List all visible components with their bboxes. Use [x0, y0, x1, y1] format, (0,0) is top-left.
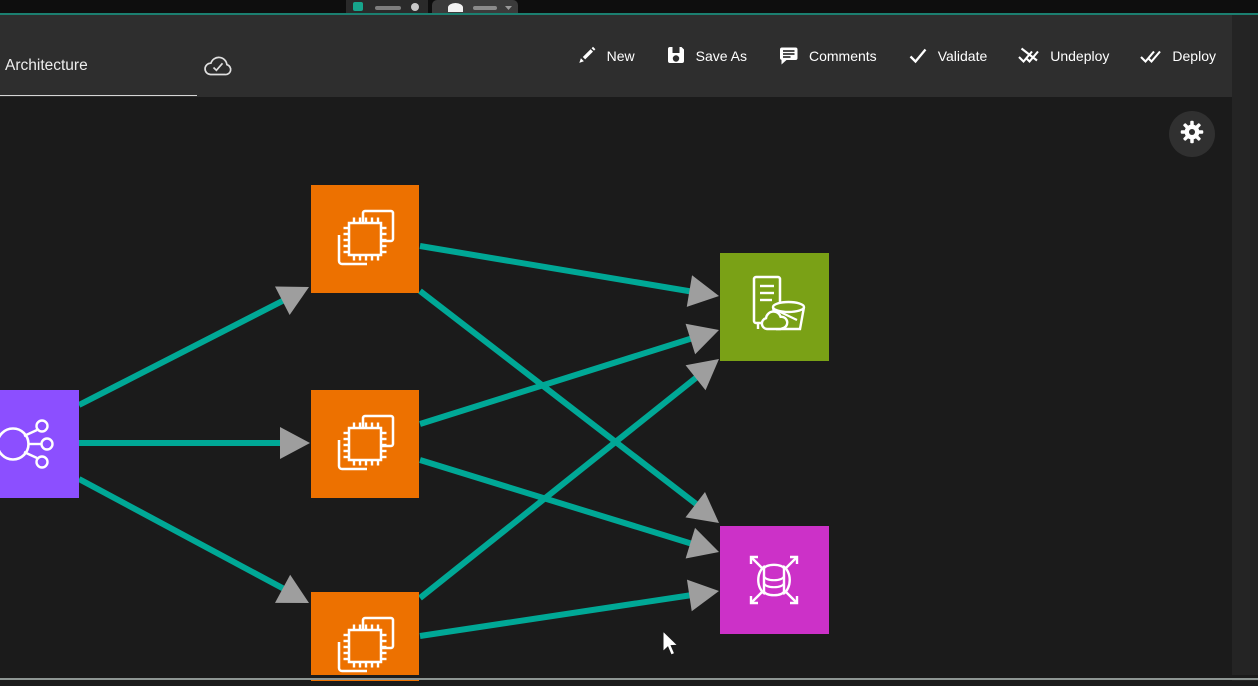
user-avatar-icon — [448, 3, 463, 12]
edge-compute3-database[interactable] — [420, 575, 721, 636]
gear-icon — [1179, 119, 1205, 150]
right-panel-strip — [1232, 15, 1258, 681]
canvas-settings-button[interactable] — [1169, 111, 1215, 157]
validate-button-label: Validate — [938, 48, 988, 64]
arrowhead — [275, 575, 317, 617]
diagram-title-input[interactable]: Architecture — [5, 57, 88, 75]
teal-app-icon — [353, 2, 363, 11]
tab-2[interactable] — [432, 0, 518, 13]
edge-compute1-storage[interactable] — [420, 246, 722, 312]
undeploy-button-label: Undeploy — [1050, 48, 1109, 64]
arrowhead — [687, 575, 721, 611]
save-floppy-icon — [665, 44, 687, 69]
new-button[interactable]: New — [576, 44, 635, 69]
deploy-button-label: Deploy — [1172, 48, 1216, 64]
arrowhead — [686, 315, 724, 355]
check-icon — [907, 44, 929, 69]
window-bottom-border — [0, 678, 1258, 680]
node-compute-3[interactable] — [311, 592, 419, 681]
scalable-database-icon — [751, 557, 797, 603]
deploy-button[interactable]: Deploy — [1139, 44, 1216, 69]
cloud-check-icon — [202, 53, 234, 86]
edge-lb-compute-3[interactable] — [79, 479, 317, 617]
comments-button[interactable]: Comments — [777, 44, 877, 69]
double-check-icon — [1139, 44, 1163, 69]
title-input-underline — [0, 95, 197, 96]
tab-2-label-cutoff — [473, 6, 497, 10]
arrowhead — [280, 427, 310, 459]
arrowhead — [275, 273, 316, 315]
toolbar: Architecture New — [0, 15, 1232, 97]
node-compute-1[interactable] — [311, 185, 419, 293]
arrowhead — [686, 528, 724, 567]
node-load-balancer[interactable] — [0, 390, 79, 498]
tab-1-label-cutoff — [375, 6, 401, 10]
chevron-down-icon — [505, 6, 512, 10]
save-as-button[interactable]: Save As — [665, 44, 747, 69]
tab-1[interactable] — [346, 0, 428, 13]
double-check-slash-icon — [1017, 44, 1041, 69]
edge-lb-compute-2[interactable] — [79, 427, 310, 459]
save-as-button-label: Save As — [696, 48, 747, 64]
pencil-icon — [576, 44, 598, 69]
arrowhead — [687, 275, 722, 312]
comment-bubble-icon — [777, 44, 800, 69]
toolbar-actions: New Save As Comments — [576, 15, 1216, 97]
window-top-strip — [0, 0, 1258, 13]
node-compute-2[interactable] — [311, 390, 419, 498]
undeploy-button[interactable]: Undeploy — [1017, 44, 1109, 69]
new-button-label: New — [607, 48, 635, 64]
validate-button[interactable]: Validate — [907, 44, 988, 69]
diagram-canvas[interactable] — [0, 97, 1232, 681]
edge-compute1-database[interactable] — [420, 291, 729, 536]
node-database[interactable] — [720, 526, 829, 634]
node-storage[interactable] — [720, 253, 829, 361]
comments-button-label: Comments — [809, 48, 877, 64]
tab-1-badge-icon — [411, 3, 419, 11]
edge-lb-compute-1[interactable] — [79, 273, 316, 405]
